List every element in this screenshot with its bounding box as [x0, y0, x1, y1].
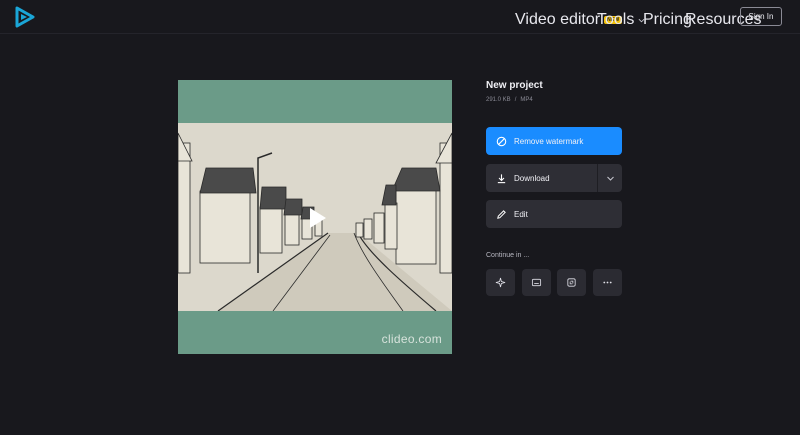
remove-watermark-label: Remove watermark — [514, 136, 584, 146]
continue-in-label: Continue in ... — [486, 252, 530, 259]
subtitles-icon — [531, 278, 542, 287]
continue-tool-subtitles[interactable] — [522, 269, 551, 296]
edit-label: Edit — [514, 209, 528, 219]
nav-tools[interactable]: Tools — [597, 11, 645, 29]
sign-in-button[interactable]: Sign In — [740, 7, 782, 26]
top-bar: Video editor NEW Tools Pricing Resources… — [0, 0, 800, 34]
block-icon — [496, 136, 507, 146]
sparkle-icon — [495, 277, 506, 288]
download-options-toggle[interactable] — [597, 164, 622, 192]
chevron-down-icon — [606, 176, 614, 181]
crop-icon — [567, 278, 576, 287]
continue-tool-more[interactable] — [593, 269, 622, 296]
continue-tool-crop[interactable] — [557, 269, 586, 296]
remove-watermark-button[interactable]: Remove watermark — [486, 127, 622, 155]
project-title: New project — [486, 80, 543, 91]
project-meta: 291.0 KB / MP4 — [486, 97, 533, 103]
clideo-logo-icon[interactable] — [14, 6, 36, 28]
pencil-icon — [497, 209, 506, 219]
video-preview[interactable]: clideo.com — [178, 80, 452, 354]
edit-button[interactable]: Edit — [486, 200, 622, 228]
more-icon — [603, 281, 612, 284]
file-size: 291.0 KB — [486, 97, 511, 103]
continue-tool-sparkle[interactable] — [486, 269, 515, 296]
download-icon — [497, 173, 506, 183]
nav-video-editor-label: Video editor — [515, 11, 601, 28]
download-label: Download — [514, 173, 550, 183]
play-icon[interactable] — [302, 204, 330, 232]
file-format: MP4 — [520, 97, 533, 103]
download-button[interactable]: Download — [486, 164, 622, 192]
meta-separator: / — [514, 97, 517, 103]
nav-tools-label: Tools — [597, 11, 635, 28]
watermark-text: clideo.com — [381, 332, 442, 346]
